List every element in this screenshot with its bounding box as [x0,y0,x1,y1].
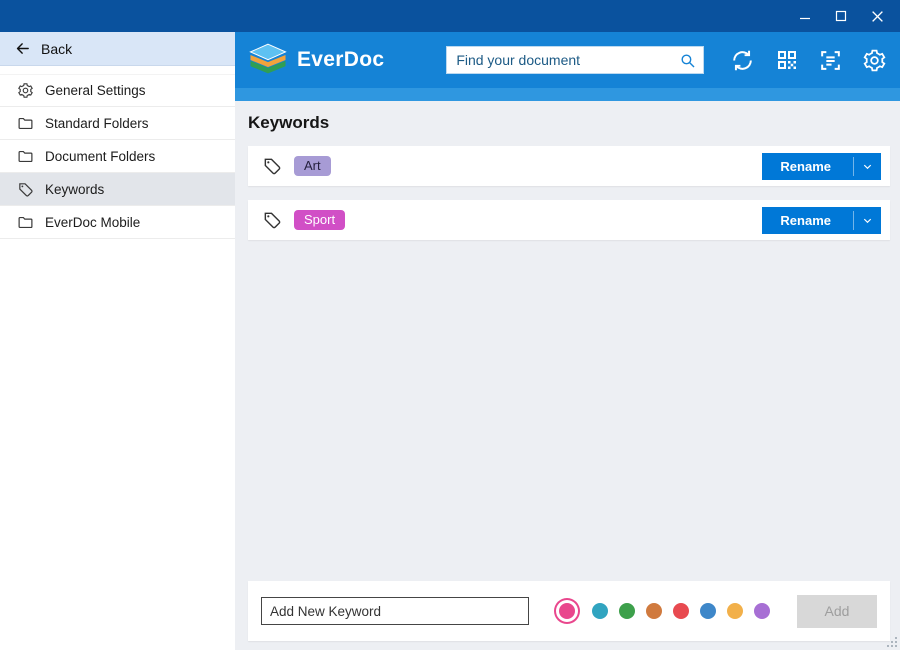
close-icon [871,10,884,23]
qr-code-icon [775,48,799,72]
everdoc-logo-icon [248,41,288,79]
minimize-icon [799,10,811,22]
sidebar-item-label: Document Folders [45,149,155,164]
chevron-down-icon [862,161,873,172]
color-swatch[interactable] [727,603,743,619]
rename-label: Rename [762,153,853,180]
color-swatch[interactable] [754,603,770,619]
color-swatch[interactable] [700,603,716,619]
back-arrow-icon [14,40,31,57]
titlebar [0,0,900,32]
header-actions [729,47,888,74]
gear-icon [16,82,34,100]
sync-icon [730,48,755,73]
scan-icon [818,48,843,73]
keyword-badge: Art [294,156,331,176]
back-button[interactable]: Back [0,32,235,66]
color-swatch[interactable] [592,603,608,619]
add-button[interactable]: Add [797,595,877,628]
rename-label: Rename [762,207,853,234]
folder-icon [16,114,34,132]
resize-grip[interactable] [885,635,898,648]
rename-dropdown[interactable] [854,207,881,234]
color-swatch[interactable] [619,603,635,619]
tag-icon [262,156,282,176]
keyword-row: Sport Rename [248,200,890,240]
header-accent-strip [235,88,900,101]
app-header: EverDoc [235,32,900,88]
new-keyword-input[interactable] [261,597,529,625]
qr-code-button[interactable] [773,47,800,74]
scan-button[interactable] [817,47,844,74]
sidebar-menu: General Settings Standard Folders Docume… [0,74,235,239]
sync-button[interactable] [729,47,756,74]
close-button[interactable] [864,4,890,28]
search-input[interactable] [456,52,679,68]
maximize-button[interactable] [828,4,854,28]
color-swatch[interactable] [673,603,689,619]
sidebar-item-label: EverDoc Mobile [45,215,140,230]
color-swatch[interactable] [559,603,575,619]
folder-icon [16,213,34,231]
color-swatches [553,603,770,619]
tag-icon [16,180,34,198]
back-label: Back [41,41,72,57]
sidebar-item-everdoc-mobile[interactable]: EverDoc Mobile [0,206,235,239]
rename-button[interactable]: Rename [762,207,881,234]
tag-icon [262,210,282,230]
search-icon[interactable] [679,52,696,69]
maximize-icon [835,10,847,22]
sidebar-item-document-folders[interactable]: Document Folders [0,140,235,173]
window-controls [792,4,900,28]
color-swatch[interactable] [646,603,662,619]
rename-dropdown[interactable] [854,153,881,180]
keyword-badge: Sport [294,210,345,230]
keyword-row: Art Rename [248,146,890,186]
search-box [446,46,704,74]
chevron-down-icon [862,215,873,226]
minimize-button[interactable] [792,4,818,28]
add-keyword-bar: Add [248,581,890,641]
page-title: Keywords [248,113,890,133]
sidebar-item-label: General Settings [45,83,146,98]
app-title: EverDoc [297,48,384,72]
sidebar-item-label: Standard Folders [45,116,149,131]
settings-button[interactable] [861,47,888,74]
folder-icon [16,147,34,165]
sidebar-item-standard-folders[interactable]: Standard Folders [0,107,235,140]
app-window: Back General Settings Standard Folders [0,0,900,650]
sidebar-item-keywords[interactable]: Keywords [0,173,235,206]
rename-button[interactable]: Rename [762,153,881,180]
sidebar: Back General Settings Standard Folders [0,32,235,650]
keywords-panel: Keywords Art Rename Spo [235,101,900,650]
gear-icon [862,48,887,73]
sidebar-item-general-settings[interactable]: General Settings [0,74,235,107]
sidebar-item-label: Keywords [45,182,104,197]
